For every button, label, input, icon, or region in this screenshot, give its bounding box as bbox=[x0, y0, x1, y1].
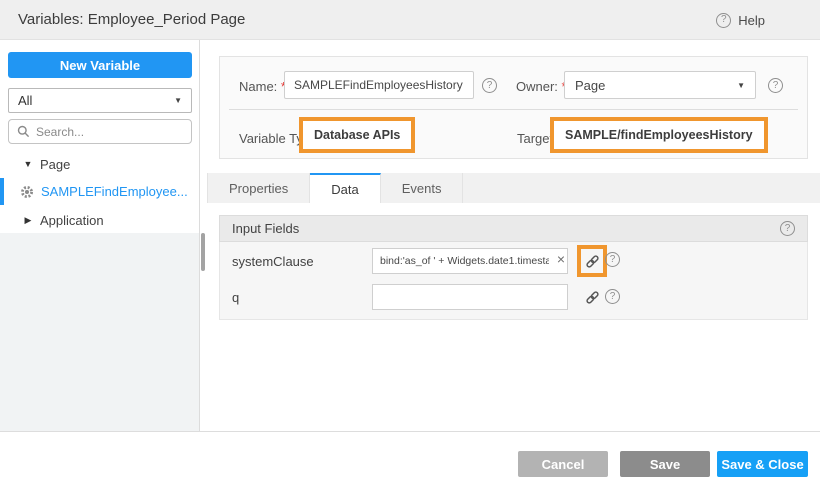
owner-select[interactable]: Page ▼ bbox=[564, 71, 756, 99]
detail-tabs: Properties Data Events bbox=[207, 173, 820, 203]
save-and-close-button[interactable]: Save & Close bbox=[717, 451, 808, 477]
chevron-down-icon: ▼ bbox=[174, 96, 182, 105]
q-help-icon[interactable]: ? bbox=[605, 289, 620, 304]
help-icon: ? bbox=[716, 13, 731, 28]
tab-events[interactable]: Events bbox=[381, 173, 464, 203]
owner-selected-value: Page bbox=[575, 78, 605, 93]
help-button[interactable]: ? Help bbox=[716, 0, 765, 40]
tree-item-selected-variable[interactable]: SAMPLEFindEmployee... bbox=[0, 178, 199, 205]
tree-group-page[interactable]: ▼ Page bbox=[0, 152, 199, 176]
chevron-down-icon: ▼ bbox=[737, 81, 745, 90]
input-fields-title: Input Fields bbox=[232, 221, 299, 236]
service-variable-icon bbox=[20, 185, 34, 199]
save-button[interactable]: Save bbox=[620, 451, 710, 477]
tab-data[interactable]: Data bbox=[310, 173, 380, 203]
name-label: Name: * bbox=[239, 79, 286, 94]
cancel-button[interactable]: Cancel bbox=[518, 451, 608, 477]
new-variable-button[interactable]: New Variable bbox=[8, 52, 192, 78]
tree-group-label: Application bbox=[40, 213, 104, 228]
tab-properties[interactable]: Properties bbox=[207, 173, 310, 203]
input-fields-panel: Input Fields ? systemClause × bbox=[219, 215, 808, 320]
triangle-down-icon: ▼ bbox=[22, 159, 34, 169]
systemclause-input[interactable] bbox=[372, 248, 568, 274]
search-box[interactable] bbox=[8, 119, 192, 144]
target-value-highlighted: SAMPLE/findEmployeesHistory bbox=[550, 117, 768, 153]
bind-link-button[interactable] bbox=[580, 284, 604, 310]
search-icon bbox=[17, 125, 30, 138]
filter-selected-value: All bbox=[18, 93, 32, 108]
owner-help-icon[interactable]: ? bbox=[768, 78, 783, 93]
owner-label: Owner: * bbox=[516, 79, 567, 94]
triangle-right-icon: ▶ bbox=[22, 215, 34, 226]
variable-filter-select[interactable]: All ▼ bbox=[8, 88, 192, 113]
page-title: Variables: Employee_Period Page bbox=[18, 11, 245, 28]
variables-dialog: Variables: Employee_Period Page ? Help N… bbox=[0, 0, 820, 489]
field-label-systemclause: systemClause bbox=[232, 254, 314, 269]
link-icon bbox=[584, 253, 601, 270]
dialog-header: Variables: Employee_Period Page ? Help bbox=[0, 0, 820, 40]
scrollbar[interactable] bbox=[201, 40, 207, 431]
link-icon bbox=[584, 289, 601, 306]
tree-group-application[interactable]: ▶ Application bbox=[0, 208, 199, 232]
clear-binding-icon[interactable]: × bbox=[557, 252, 565, 266]
input-fields-body: systemClause × ? q bbox=[219, 242, 808, 320]
sidebar-empty-area bbox=[0, 233, 199, 431]
bind-link-button-highlighted[interactable] bbox=[577, 245, 607, 277]
tree-group-label: Page bbox=[40, 157, 70, 172]
input-fields-header: Input Fields ? bbox=[219, 215, 808, 242]
systemclause-help-icon[interactable]: ? bbox=[605, 252, 620, 267]
search-input[interactable] bbox=[36, 125, 176, 139]
q-input[interactable] bbox=[372, 284, 568, 310]
variables-sidebar: New Variable All ▼ ▼ Page SAMPLEFindEmpl… bbox=[0, 40, 200, 431]
variable-type-value-highlighted: Database APIs bbox=[299, 117, 415, 153]
tree-item-label: SAMPLEFindEmployee... bbox=[41, 184, 188, 199]
input-fields-help-icon[interactable]: ? bbox=[780, 221, 795, 236]
help-label: Help bbox=[738, 13, 765, 28]
scrollbar-thumb[interactable] bbox=[201, 233, 205, 271]
form-divider bbox=[229, 109, 798, 110]
name-help-icon[interactable]: ? bbox=[482, 78, 497, 93]
name-input[interactable] bbox=[284, 71, 474, 99]
variable-summary-form: Name: * ? Owner: * Page ▼ ? Variable Typ… bbox=[219, 56, 808, 159]
dialog-footer: Cancel Save Save & Close bbox=[0, 431, 820, 489]
field-label-q: q bbox=[232, 290, 239, 305]
